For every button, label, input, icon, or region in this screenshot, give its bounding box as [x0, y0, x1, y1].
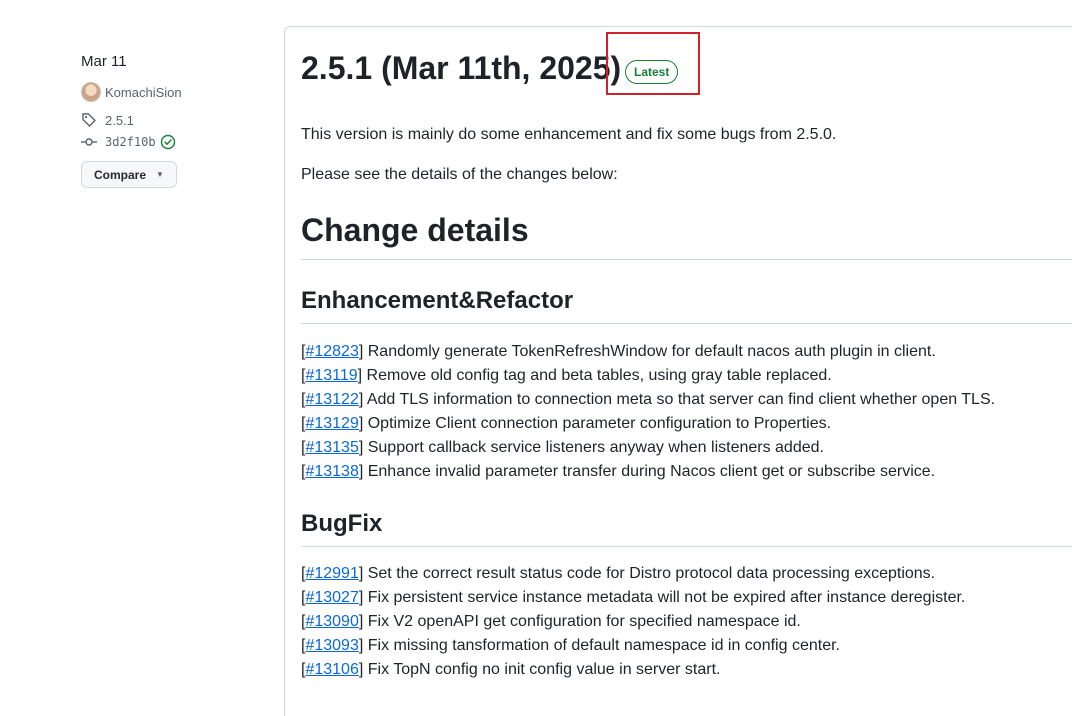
- issue-link[interactable]: #13138: [305, 463, 358, 480]
- list-item: [#13027] Fix persistent service instance…: [301, 589, 966, 606]
- list-item: [#13090] Fix V2 openAPI get configuratio…: [301, 613, 801, 630]
- enhancement-heading: Enhancement&Refactor: [301, 287, 1072, 324]
- commit-sha[interactable]: 3d2f10b: [105, 135, 156, 149]
- commit-row[interactable]: 3d2f10b: [81, 131, 261, 153]
- list-item: [#13138] Enhance invalid parameter trans…: [301, 463, 936, 480]
- compare-button[interactable]: Compare ▼: [81, 161, 177, 188]
- list-item: [#13129] Optimize Client connection para…: [301, 415, 832, 432]
- issue-link[interactable]: #12823: [305, 343, 358, 360]
- item-text: Add TLS information to connection meta s…: [366, 391, 996, 408]
- list-item: [#13135] Support callback service listen…: [301, 439, 824, 456]
- issue-link[interactable]: #12991: [305, 565, 358, 582]
- item-text: Enhance invalid parameter transfer durin…: [367, 463, 936, 480]
- author-name[interactable]: KomachiSion: [105, 85, 182, 100]
- item-text: Support callback service listeners anywa…: [367, 439, 824, 456]
- issue-link[interactable]: #13106: [305, 661, 358, 678]
- release-intro: This version is mainly do some enhanceme…: [301, 126, 837, 143]
- release-date: Mar 11: [81, 53, 127, 70]
- list-item: [#13106] Fix TopN config no init config …: [301, 661, 721, 678]
- tag-row[interactable]: 2.5.1: [81, 109, 261, 131]
- issue-link[interactable]: #13129: [305, 415, 358, 432]
- bugfix-list: [#12991] Set the correct result status c…: [301, 562, 1072, 682]
- list-item: [#12823] Randomly generate TokenRefreshW…: [301, 343, 936, 360]
- bugfix-heading: BugFix: [301, 510, 1072, 547]
- list-item: [#13119] Remove old config tag and beta …: [301, 367, 832, 384]
- list-item: [#13122] Add TLS information to connecti…: [301, 391, 996, 408]
- item-text: Remove old config tag and beta tables, u…: [366, 367, 832, 384]
- item-text: Fix missing tansformation of default nam…: [367, 637, 840, 654]
- item-text: Randomly generate TokenRefreshWindow for…: [367, 343, 936, 360]
- release-title[interactable]: 2.5.1 (Mar 11th, 2025): [301, 50, 621, 87]
- verified-check-icon[interactable]: [160, 134, 176, 150]
- change-details-heading: Change details: [301, 212, 1072, 260]
- commit-icon: [81, 134, 97, 150]
- list-item: [#12991] Set the correct result status c…: [301, 565, 936, 582]
- author-row[interactable]: KomachiSion: [81, 81, 261, 103]
- item-text: Fix persistent service instance metadata…: [367, 589, 966, 606]
- issue-link[interactable]: #13090: [305, 613, 358, 630]
- list-item: [#13093] Fix missing tansformation of de…: [301, 637, 840, 654]
- latest-badge: Latest: [625, 60, 679, 84]
- issue-link[interactable]: #13119: [305, 367, 357, 384]
- compare-label: Compare: [94, 167, 147, 182]
- release-sidebar: Mar 11 KomachiSion 2.5.1 3d2f10b Compare…: [81, 53, 261, 188]
- item-text: Fix V2 openAPI get configuration for spe…: [367, 613, 801, 630]
- item-text: Set the correct result status code for D…: [367, 565, 936, 582]
- tag-label[interactable]: 2.5.1: [105, 113, 134, 128]
- chevron-down-icon: ▼: [156, 170, 164, 179]
- item-text: Fix TopN config no init config value in …: [367, 661, 721, 678]
- tag-icon: [81, 112, 97, 128]
- enhancement-list: [#12823] Randomly generate TokenRefreshW…: [301, 340, 1072, 484]
- author-avatar[interactable]: [81, 82, 101, 102]
- issue-link[interactable]: #13135: [305, 439, 358, 456]
- release-intro-2: Please see the details of the changes be…: [301, 166, 618, 183]
- item-text: Optimize Client connection parameter con…: [367, 415, 832, 432]
- issue-link[interactable]: #13027: [305, 589, 358, 606]
- issue-link[interactable]: #13093: [305, 637, 358, 654]
- issue-link[interactable]: #13122: [305, 391, 358, 408]
